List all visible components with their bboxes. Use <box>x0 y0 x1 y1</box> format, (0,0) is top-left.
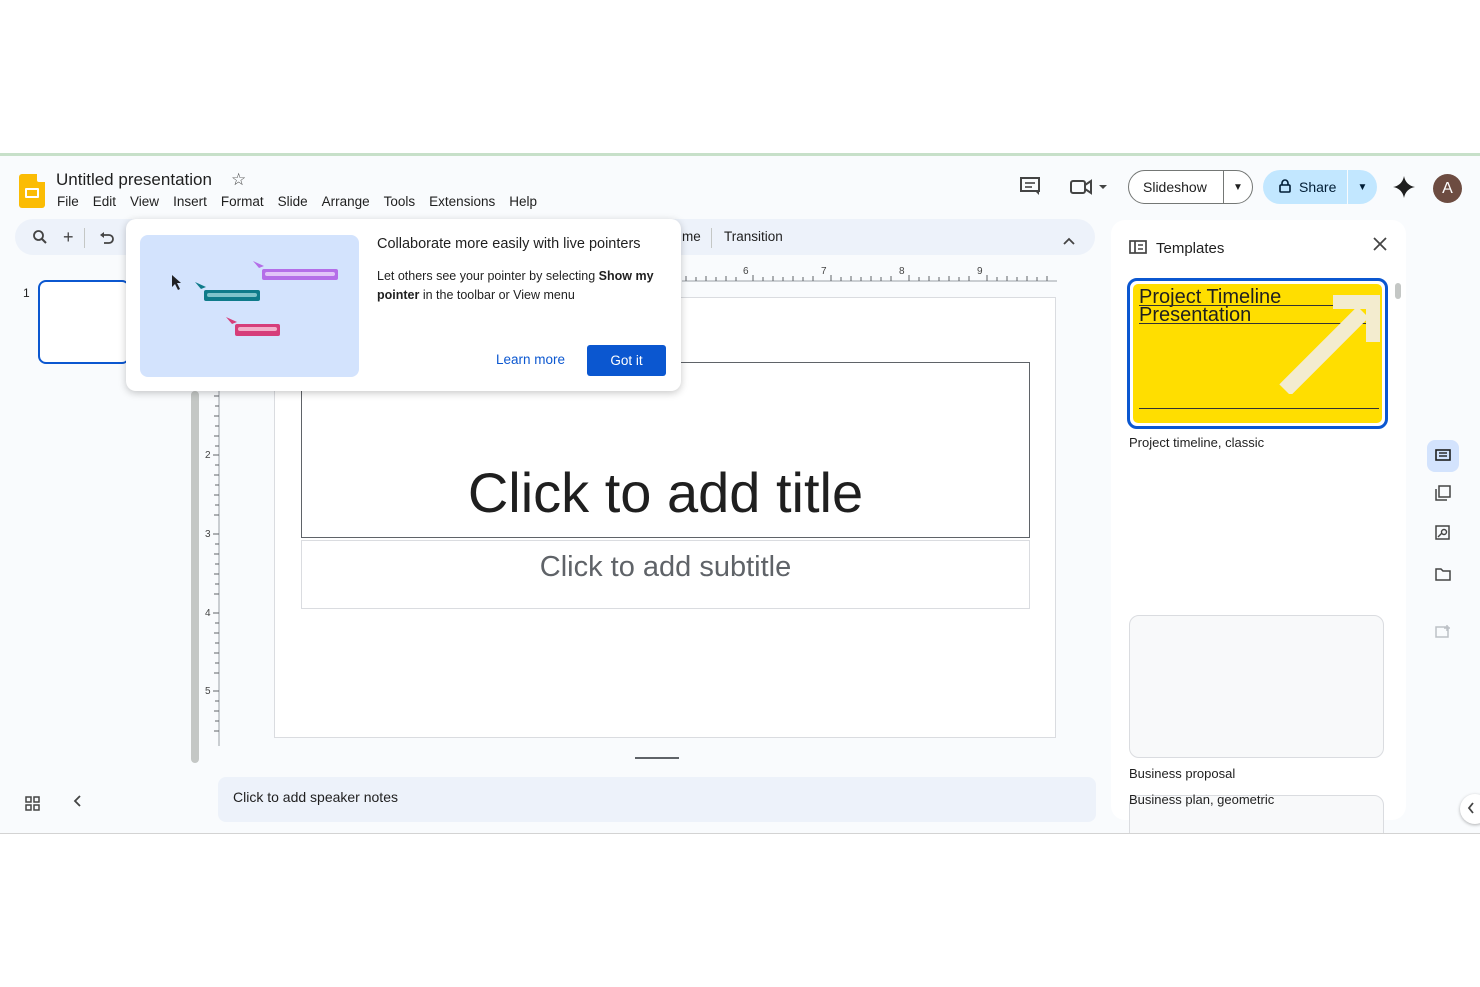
slides-library-icon[interactable] <box>1427 480 1459 512</box>
templates-panel: Templates Project Timeline Presentation … <box>1111 220 1406 833</box>
ruler-vtick-5: 5 <box>205 686 211 697</box>
share-button[interactable]: Share ▼ <box>1263 170 1377 204</box>
undo-icon[interactable] <box>99 231 115 250</box>
slides-app: Untitled presentation ☆ File Edit View I… <box>0 153 1480 834</box>
menu-view[interactable]: View <box>130 194 159 209</box>
title-placeholder: Click to add title <box>467 461 864 524</box>
slideshow-label: Slideshow <box>1143 179 1207 195</box>
template-name-1[interactable]: Project timeline, classic <box>1129 435 1264 450</box>
slides-logo-icon[interactable] <box>19 174 45 208</box>
share-dropdown-icon[interactable]: ▼ <box>1348 182 1377 193</box>
vertical-ruler: 2 3 4 5 <box>205 386 220 746</box>
toolbar-divider-2 <box>711 228 712 248</box>
slide-thumbnail[interactable] <box>38 280 130 364</box>
collapse-toolbar-icon[interactable] <box>1063 232 1075 250</box>
menu-extensions[interactable]: Extensions <box>429 194 495 209</box>
new-slide-plus-icon[interactable]: + <box>63 227 74 248</box>
ruler-vtick-3: 3 <box>205 529 211 540</box>
templates-rail-icon[interactable] <box>1427 440 1459 472</box>
live-pointers-illustration <box>140 235 359 377</box>
side-panel-rail <box>1423 432 1463 672</box>
template-name-2[interactable]: Business proposal <box>1129 766 1235 781</box>
menu-edit[interactable]: Edit <box>93 194 116 209</box>
speaker-notes[interactable]: Click to add speaker notes <box>218 777 1096 822</box>
learn-more-link[interactable]: Learn more <box>496 352 565 367</box>
meet-camera-icon[interactable] <box>1069 178 1109 202</box>
slide-number: 1 <box>23 286 30 300</box>
horizontal-ruler: 6 7 8 9 <box>682 266 1057 282</box>
avatar[interactable]: A <box>1433 174 1462 203</box>
template-preview-footer-line <box>1139 408 1379 409</box>
template-card-project-timeline[interactable]: Project Timeline Presentation <box>1127 278 1388 429</box>
popup-title: Collaborate more easily with live pointe… <box>377 236 641 252</box>
menu-tools[interactable]: Tools <box>384 194 416 209</box>
comments-icon[interactable] <box>1019 176 1041 202</box>
got-it-button[interactable]: Got it <box>587 345 666 376</box>
slideshow-button[interactable]: Slideshow ▼ <box>1128 170 1253 204</box>
popup-body-text-1: Let others see your pointer by selecting <box>377 269 599 283</box>
menu-arrange[interactable]: Arrange <box>322 194 370 209</box>
collapse-filmstrip-icon[interactable] <box>72 794 82 813</box>
ruler-tick-6: 6 <box>743 266 749 277</box>
popup-body-text-2: in the toolbar or View menu <box>419 288 575 302</box>
close-icon[interactable] <box>1373 234 1387 257</box>
templates-icon <box>1129 240 1147 259</box>
popup-body: Let others see your pointer by selecting… <box>377 267 662 305</box>
lock-icon <box>1263 178 1291 196</box>
ruler-tick-8: 8 <box>899 266 905 277</box>
ruler-vtick-2: 2 <box>205 450 211 461</box>
subtitle-placeholder: Click to add subtitle <box>539 551 792 583</box>
search-menus-icon[interactable] <box>32 229 48 250</box>
template-arrow-graphic <box>1279 295 1380 394</box>
menu-bar: File Edit View Insert Format Slide Arran… <box>57 194 551 209</box>
templates-scrollbar[interactable] <box>1395 283 1401 299</box>
ruler-tick-9: 9 <box>977 266 983 277</box>
ruler-vtick-4: 4 <box>205 608 211 619</box>
live-pointers-popup: Collaborate more easily with live pointe… <box>126 219 681 391</box>
menu-format[interactable]: Format <box>221 194 264 209</box>
subtitle-placeholder-box[interactable]: Click to add subtitle <box>301 540 1030 609</box>
grid-view-icon[interactable] <box>25 796 41 817</box>
template-preview-title: Project Timeline Presentation <box>1139 287 1281 326</box>
filmstrip-scrollbar[interactable] <box>191 391 199 763</box>
folder-icon[interactable] <box>1427 560 1459 592</box>
ruler-tick-7: 7 <box>821 266 827 277</box>
template-preview-yellow: Project Timeline Presentation <box>1133 284 1382 423</box>
templates-panel-title: Templates <box>1156 240 1225 257</box>
toolbar-divider <box>84 228 85 248</box>
menu-file[interactable]: File <box>57 194 79 209</box>
transition-button[interactable]: Transition <box>724 229 783 244</box>
menu-insert[interactable]: Insert <box>173 194 207 209</box>
template-card-business-proposal[interactable] <box>1129 615 1384 758</box>
template-preview-title-line2: Presentation <box>1139 304 1252 326</box>
collapse-side-panel-icon[interactable] <box>1460 794 1480 824</box>
add-to-slide-icon[interactable] <box>1427 618 1459 650</box>
share-label: Share <box>1299 179 1337 195</box>
template-name-3[interactable]: Business plan, geometric <box>1129 792 1274 807</box>
notes-resize-handle[interactable] <box>635 757 679 759</box>
gemini-sparkle-icon[interactable] <box>1393 176 1415 203</box>
menu-slide[interactable]: Slide <box>278 194 308 209</box>
doc-title[interactable]: Untitled presentation <box>56 170 212 190</box>
slideshow-dropdown-icon[interactable]: ▼ <box>1224 182 1252 193</box>
image-search-icon[interactable] <box>1427 520 1459 552</box>
theme-button[interactable]: me <box>682 229 701 244</box>
menu-help[interactable]: Help <box>509 194 537 209</box>
star-icon[interactable]: ☆ <box>231 170 246 190</box>
